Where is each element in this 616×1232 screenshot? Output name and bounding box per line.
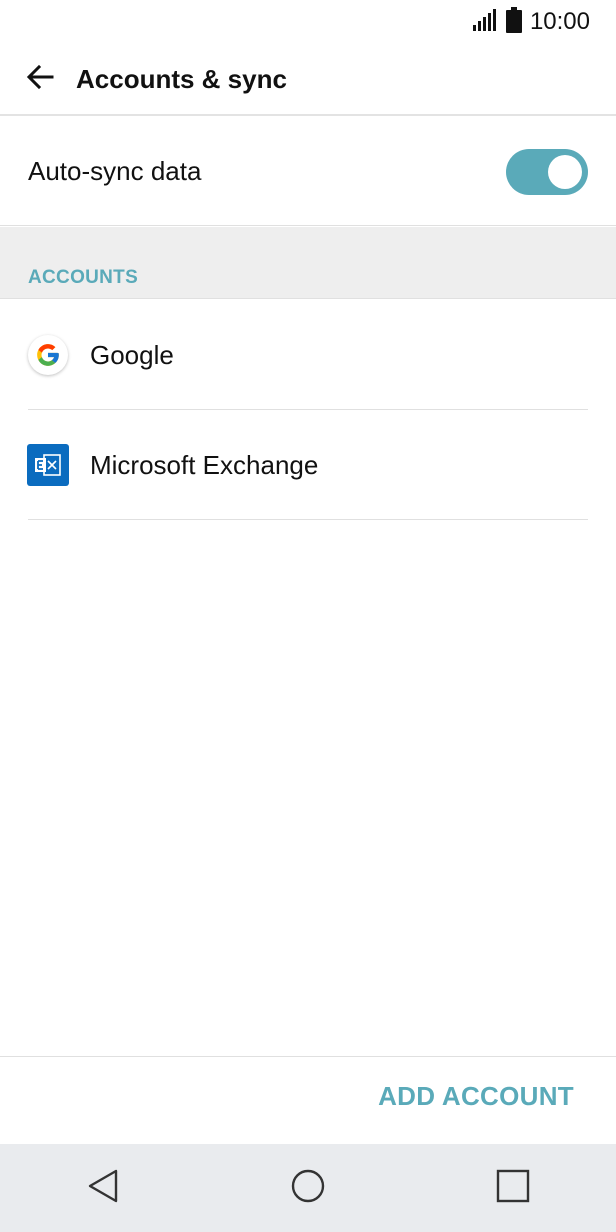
battery-icon xyxy=(505,6,522,38)
account-label: Google xyxy=(90,339,174,370)
back-button[interactable] xyxy=(20,59,60,99)
page-title: Accounts & sync xyxy=(76,63,287,94)
google-icon-wrap xyxy=(27,334,69,376)
status-bar: 10:00 xyxy=(0,0,616,44)
nav-home-icon xyxy=(290,1168,326,1209)
accounts-section-header: ACCOUNTS xyxy=(0,227,616,299)
navigation-bar xyxy=(0,1144,616,1232)
divider xyxy=(28,519,588,520)
nav-recents-icon xyxy=(495,1168,531,1209)
nav-home-button[interactable] xyxy=(278,1158,338,1218)
nav-back-icon xyxy=(86,1168,120,1209)
account-item-exchange[interactable]: Microsoft Exchange xyxy=(0,410,616,520)
auto-sync-row[interactable]: Auto-sync data xyxy=(0,118,616,226)
app-bar: Accounts & sync xyxy=(0,44,616,116)
status-time: 10:00 xyxy=(529,8,590,35)
arrow-back-icon xyxy=(25,62,55,97)
nav-recents-button[interactable] xyxy=(483,1158,543,1218)
add-account-button[interactable]: ADD ACCOUNT xyxy=(378,1081,574,1112)
bottom-action-bar: ADD ACCOUNT xyxy=(0,1056,616,1144)
account-item-google[interactable]: Google xyxy=(0,300,616,410)
auto-sync-toggle[interactable] xyxy=(506,148,588,195)
nav-back-button[interactable] xyxy=(73,1158,133,1218)
toggle-knob xyxy=(548,154,582,189)
auto-sync-label: Auto-sync data xyxy=(28,156,202,186)
exchange-icon-wrap xyxy=(27,444,69,486)
section-title: ACCOUNTS xyxy=(28,267,139,288)
google-icon xyxy=(28,335,68,375)
exchange-icon xyxy=(27,444,69,486)
account-label: Microsoft Exchange xyxy=(90,449,319,480)
signal-icon xyxy=(472,8,498,37)
